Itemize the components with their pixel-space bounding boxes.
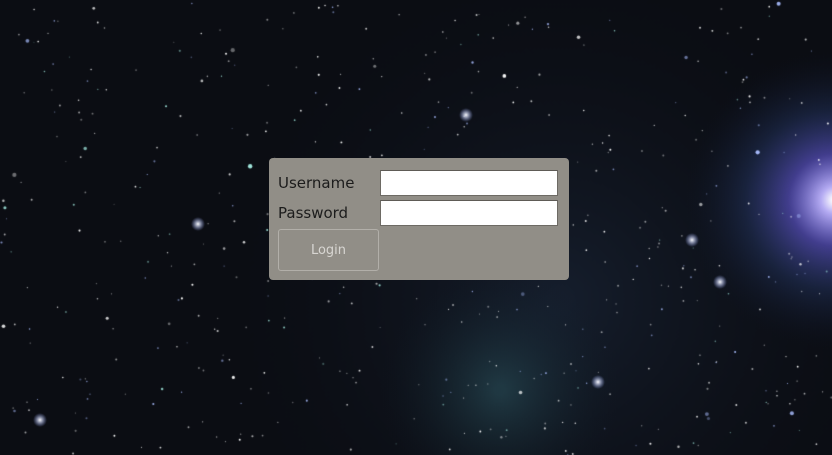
- username-label: Username: [278, 174, 355, 192]
- login-panel: Username Password Login: [269, 158, 569, 280]
- password-input[interactable]: [380, 200, 558, 226]
- login-button[interactable]: Login: [278, 229, 379, 271]
- password-label: Password: [278, 204, 349, 222]
- username-input[interactable]: [380, 170, 558, 196]
